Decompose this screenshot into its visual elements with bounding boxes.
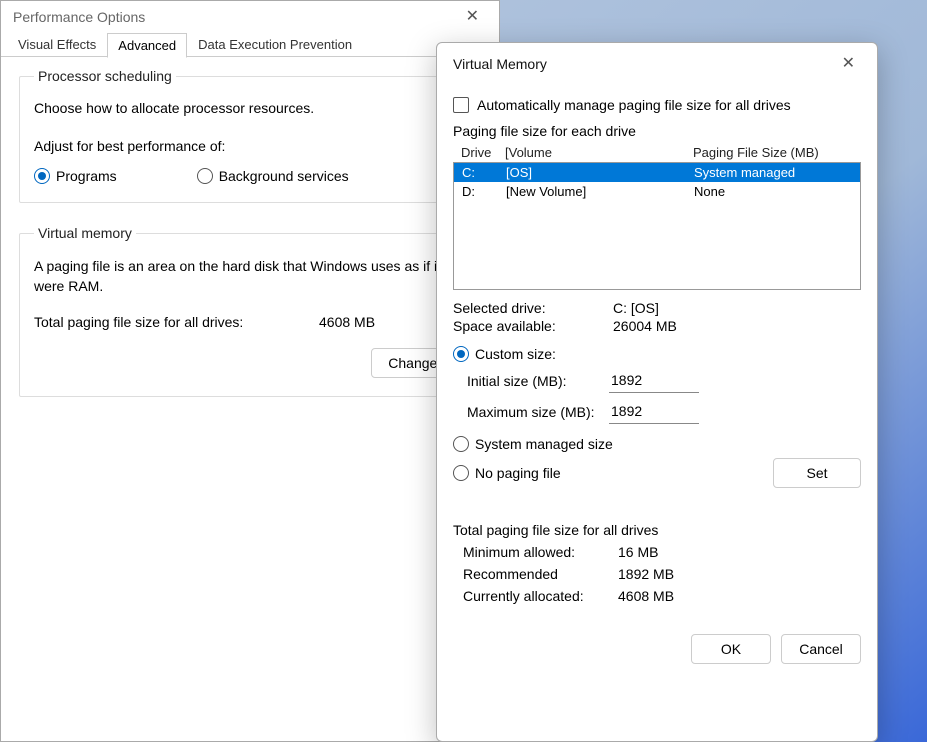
space-available-row: Space available: 26004 MB	[453, 318, 861, 334]
vm-legend: Virtual memory	[34, 225, 136, 241]
checkbox-icon	[453, 97, 469, 113]
initial-size-input[interactable]	[609, 368, 699, 393]
custom-label: Custom size:	[475, 346, 556, 362]
radio-icon	[453, 465, 469, 481]
drive-volume: [New Volume]	[506, 184, 690, 199]
close-icon[interactable]: ✕	[458, 7, 487, 27]
radio-custom-size[interactable]: Custom size:	[453, 346, 861, 362]
virtual-memory-dialog: Virtual Memory ✕ Automatically manage pa…	[436, 42, 878, 742]
tabs: Visual Effects Advanced Data Execution P…	[1, 32, 499, 57]
total-section: Total paging file size for all drives Mi…	[453, 522, 861, 604]
rec-label: Recommended	[463, 566, 618, 582]
drive-list[interactable]: C: [OS] System managed D: [New Volume] N…	[453, 162, 861, 290]
drive-size: System managed	[690, 165, 856, 180]
set-button[interactable]: Set	[773, 458, 861, 488]
paging-section-label: Paging file size for each drive	[453, 123, 861, 139]
paging-desc: A paging file is an area on the hard dis…	[34, 257, 466, 296]
radio-icon	[197, 168, 213, 184]
close-icon[interactable]: ✕	[834, 54, 863, 74]
vm-body: Automatically manage paging file size fo…	[437, 79, 877, 680]
drive-letter: C:	[458, 165, 506, 180]
dialog-buttons: OK Cancel	[453, 634, 861, 664]
custom-size-inputs: Initial size (MB): Maximum size (MB):	[453, 368, 861, 424]
cur-value: 4608 MB	[618, 588, 674, 604]
drive-row-d[interactable]: D: [New Volume] None	[454, 182, 860, 201]
vm-titlebar: Virtual Memory ✕	[437, 43, 877, 79]
hdr-volume: [Volume	[505, 145, 689, 160]
rec-value: 1892 MB	[618, 566, 674, 582]
max-size-input[interactable]	[609, 399, 699, 424]
selected-drive-label: Selected drive:	[453, 300, 613, 316]
radio-system-managed[interactable]: System managed size	[453, 436, 861, 452]
total-value: 4608 MB	[319, 314, 375, 330]
hdr-drive: Drive	[457, 145, 505, 160]
adjust-label: Adjust for best performance of:	[34, 138, 466, 154]
proc-legend: Processor scheduling	[34, 68, 176, 84]
radio-icon	[34, 168, 50, 184]
performance-options-window: Performance Options ✕ Visual Effects Adv…	[0, 0, 500, 742]
radio-icon	[453, 346, 469, 362]
auto-manage-checkbox[interactable]: Automatically manage paging file size fo…	[453, 97, 861, 113]
selected-drive-value: C: [OS]	[613, 300, 659, 316]
perf-titlebar: Performance Options ✕	[1, 1, 499, 31]
radio-programs[interactable]: Programs	[34, 168, 117, 184]
radio-background[interactable]: Background services	[197, 168, 349, 184]
drive-volume: [OS]	[506, 165, 690, 180]
cur-label: Currently allocated:	[463, 588, 618, 604]
no-paging-label: No paging file	[475, 465, 561, 481]
perf-title: Performance Options	[13, 9, 145, 25]
tab-dep[interactable]: Data Execution Prevention	[187, 32, 363, 56]
radio-icon	[453, 436, 469, 452]
tab-visual-effects[interactable]: Visual Effects	[7, 32, 107, 56]
virtual-memory-group: Virtual memory A paging file is an area …	[19, 225, 481, 397]
drive-size: None	[690, 184, 856, 199]
ok-button[interactable]: OK	[691, 634, 771, 664]
radio-row: Programs Background services	[34, 168, 466, 184]
min-label: Minimum allowed:	[463, 544, 618, 560]
sys-managed-label: System managed size	[475, 436, 613, 452]
auto-manage-label: Automatically manage paging file size fo…	[477, 97, 791, 113]
drive-row-c[interactable]: C: [OS] System managed	[454, 163, 860, 182]
space-label: Space available:	[453, 318, 613, 334]
total-line: Total paging file size for all drives: 4…	[34, 314, 466, 330]
radio-no-paging[interactable]: No paging file	[453, 465, 561, 481]
radio-programs-label: Programs	[56, 168, 117, 184]
space-value: 26004 MB	[613, 318, 677, 334]
drive-letter: D:	[458, 184, 506, 199]
min-value: 16 MB	[618, 544, 658, 560]
total-label: Total paging file size for all drives:	[34, 314, 319, 330]
proc-desc: Choose how to allocate processor resourc…	[34, 100, 466, 116]
total-header: Total paging file size for all drives	[453, 522, 861, 538]
selected-drive-row: Selected drive: C: [OS]	[453, 300, 861, 316]
vm-title: Virtual Memory	[453, 56, 547, 72]
radio-background-label: Background services	[219, 168, 349, 184]
hdr-size: Paging File Size (MB)	[689, 145, 857, 160]
perf-body: Processor scheduling Choose how to alloc…	[1, 56, 499, 431]
processor-scheduling-group: Processor scheduling Choose how to alloc…	[19, 68, 481, 203]
cancel-button[interactable]: Cancel	[781, 634, 861, 664]
initial-size-label: Initial size (MB):	[467, 373, 609, 389]
drive-list-header: Drive [Volume Paging File Size (MB)	[453, 143, 861, 162]
max-size-label: Maximum size (MB):	[467, 404, 609, 420]
tab-advanced[interactable]: Advanced	[107, 33, 187, 58]
